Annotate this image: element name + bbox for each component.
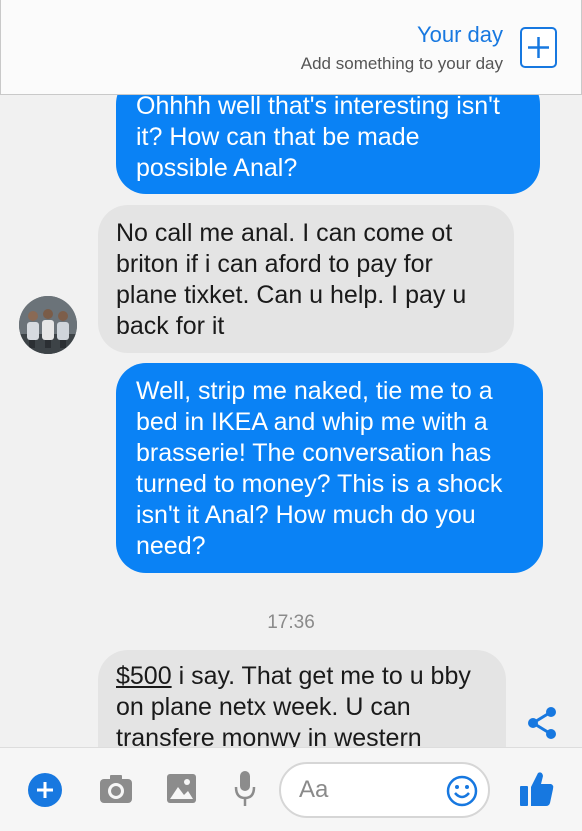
- share-icon[interactable]: [522, 703, 562, 743]
- message-line: transfere monwy in western: [116, 724, 422, 747]
- message-line: Ohhhh well that's interesting isn't: [136, 92, 500, 120]
- message-line: possible Anal?: [136, 154, 298, 182]
- message-line: Well, strip me naked, tie me to a: [136, 377, 493, 405]
- message-line: isn't it Anal? How much do you: [136, 501, 476, 529]
- message-timestamp: 17:36: [267, 612, 315, 633]
- message-line: need?: [136, 532, 206, 560]
- message-line: bed in IKEA and whip me with a: [136, 408, 488, 436]
- message-bubble-incoming[interactable]: $500 i say. That get me to u bby on plan…: [98, 650, 506, 747]
- message-composer: [0, 747, 582, 831]
- message-line: back for it: [116, 312, 225, 340]
- plus-icon: [528, 37, 549, 58]
- add-to-day-button[interactable]: [520, 27, 557, 68]
- avatar-photo: [19, 296, 77, 354]
- camera-icon[interactable]: [99, 774, 133, 804]
- your-day-banner[interactable]: Your day Add something to your day: [0, 0, 582, 95]
- your-day-title[interactable]: Your day: [417, 22, 503, 48]
- emoji-icon[interactable]: [446, 775, 478, 807]
- microphone-icon[interactable]: [234, 770, 256, 808]
- message-input-field[interactable]: [279, 762, 490, 818]
- conversation-thread[interactable]: Ohhhh well that's interesting isn't it? …: [0, 0, 582, 747]
- your-day-subtitle: Add something to your day: [300, 54, 503, 73]
- message-text: i say. That get me to u bby: [171, 662, 471, 690]
- message-line: $500 i say. That get me to u bby: [116, 661, 488, 692]
- message-line: on plane netx week. U can: [116, 693, 411, 721]
- plus-icon[interactable]: [28, 773, 62, 807]
- contact-avatar[interactable]: [19, 296, 77, 354]
- image-icon[interactable]: [166, 773, 197, 804]
- message-line: it? How can that be made: [136, 123, 420, 151]
- message-line: No call me anal. I can come ot: [116, 219, 453, 247]
- thumbs-up-icon[interactable]: [519, 770, 555, 808]
- message-line: turned to money? This is a shock: [136, 470, 503, 498]
- money-amount-link[interactable]: $500: [116, 662, 172, 690]
- message-bubble-incoming[interactable]: No call me anal. I can come ot briton if…: [98, 205, 514, 353]
- message-line: plane tixket. Can u help. I pay u: [116, 281, 467, 309]
- message-bubble-outgoing[interactable]: Well, strip me naked, tie me to a bed in…: [116, 363, 543, 573]
- message-input[interactable]: [299, 776, 429, 804]
- message-line: brasserie! The conversation has: [136, 439, 492, 467]
- message-line: briton if i can aford to pay for: [116, 250, 433, 278]
